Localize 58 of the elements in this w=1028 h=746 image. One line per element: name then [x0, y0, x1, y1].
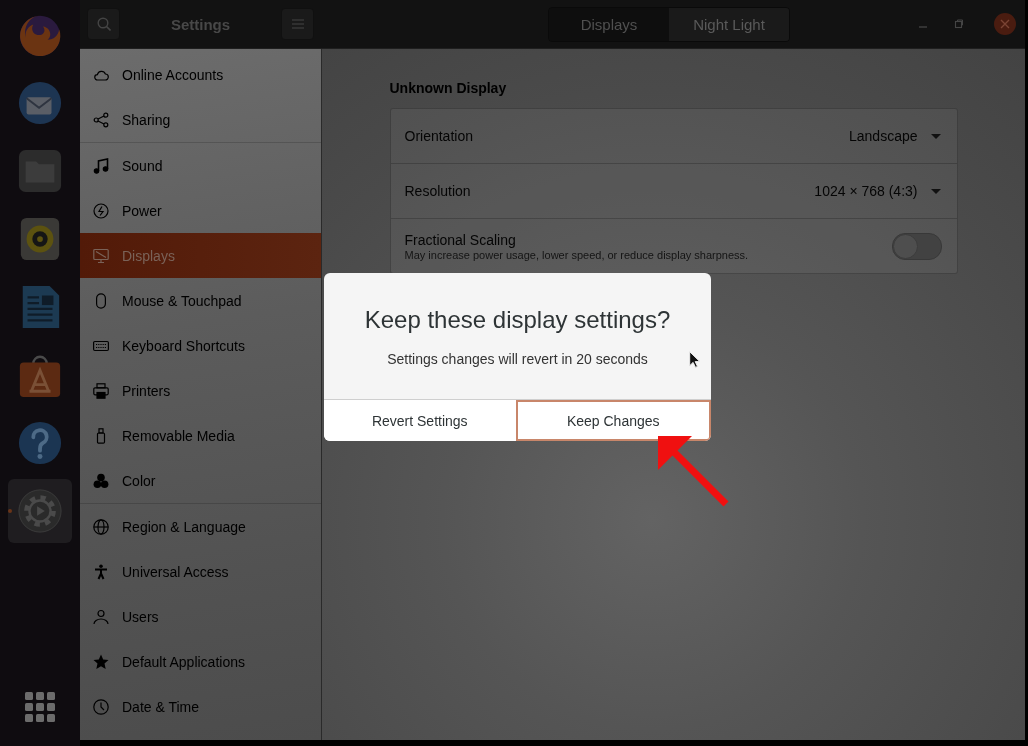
sidebar-item[interactable]: Printers	[80, 368, 321, 413]
star-icon	[93, 653, 109, 670]
setting-label: Resolution	[404, 183, 471, 199]
user-icon	[93, 608, 109, 625]
dialog-message: Settings changes will revert in 20 seconds	[387, 351, 648, 367]
tab[interactable]: Displays	[549, 7, 669, 41]
monitor-icon	[93, 247, 109, 264]
sidebar-item[interactable]: Keyboard Shortcuts	[80, 323, 321, 368]
sidebar-item[interactable]: Date & Time	[80, 684, 321, 729]
sidebar-item[interactable]: Removable Media	[80, 413, 321, 458]
caret-icon	[930, 133, 941, 139]
sidebar-item[interactable]: Displays	[80, 233, 321, 278]
running-indicator-icon	[8, 509, 12, 513]
sidebar-item[interactable]: Mouse & Touchpad	[80, 278, 321, 323]
dialog-title: Keep these display settings?	[364, 306, 671, 334]
tab[interactable]: Night Light	[669, 7, 789, 41]
section-title: Unknown Display	[389, 80, 508, 96]
share-icon	[93, 111, 109, 128]
dialog-button[interactable]: Keep Changes	[515, 400, 711, 441]
pointer-arrow	[658, 436, 730, 508]
app-grid-icon[interactable]	[25, 692, 55, 722]
sidebar-item[interactable]: Color	[80, 458, 321, 503]
maximize-icon[interactable]	[954, 19, 964, 29]
sidebar-item[interactable]: Power	[80, 188, 321, 233]
mouse-icon	[93, 292, 109, 309]
search-button[interactable]	[87, 8, 120, 40]
help-icon	[17, 420, 63, 466]
sidebar-item[interactable]: Sharing	[80, 97, 321, 142]
close-button[interactable]	[994, 13, 1016, 35]
setting-description: May increase power usage, lower speed, or reduce display sharpness.	[404, 248, 749, 261]
music-note-icon	[93, 157, 109, 174]
caret-icon	[930, 188, 941, 194]
dropdown-button[interactable]: 1024 × 768 (4:3)	[814, 183, 943, 199]
dropdown-button[interactable]: Landscape	[849, 128, 943, 144]
sidebar-item[interactable]: Online Accounts	[80, 52, 321, 97]
sidebar-item[interactable]: Region & Language	[80, 504, 321, 549]
dock-item[interactable]	[8, 479, 72, 543]
dialog-button[interactable]: Revert Settings	[324, 400, 516, 441]
printer-icon	[93, 382, 109, 399]
menu-button[interactable]	[281, 8, 314, 40]
color-circles-icon	[93, 472, 109, 489]
mouse-cursor-icon	[689, 351, 700, 368]
envelope-icon	[17, 80, 63, 126]
toggle-switch[interactable]	[891, 232, 942, 260]
setting-label: Fractional Scaling	[404, 231, 517, 248]
sidebar-item[interactable]: Universal Access	[80, 549, 321, 594]
sidebar-item[interactable]: Default Applications	[80, 639, 321, 684]
search-icon	[96, 17, 111, 31]
setting-label: Orientation	[404, 128, 473, 144]
gear-icon	[17, 488, 63, 534]
folder-icon	[17, 148, 63, 194]
sidebar-item[interactable]: Sound	[80, 143, 321, 188]
close-icon	[1000, 19, 1010, 29]
globe-icon	[93, 518, 109, 535]
accessibility-icon	[93, 563, 109, 580]
sidebar-item[interactable]: Users	[80, 594, 321, 639]
power-icon	[93, 202, 109, 219]
clock-icon	[93, 698, 109, 715]
